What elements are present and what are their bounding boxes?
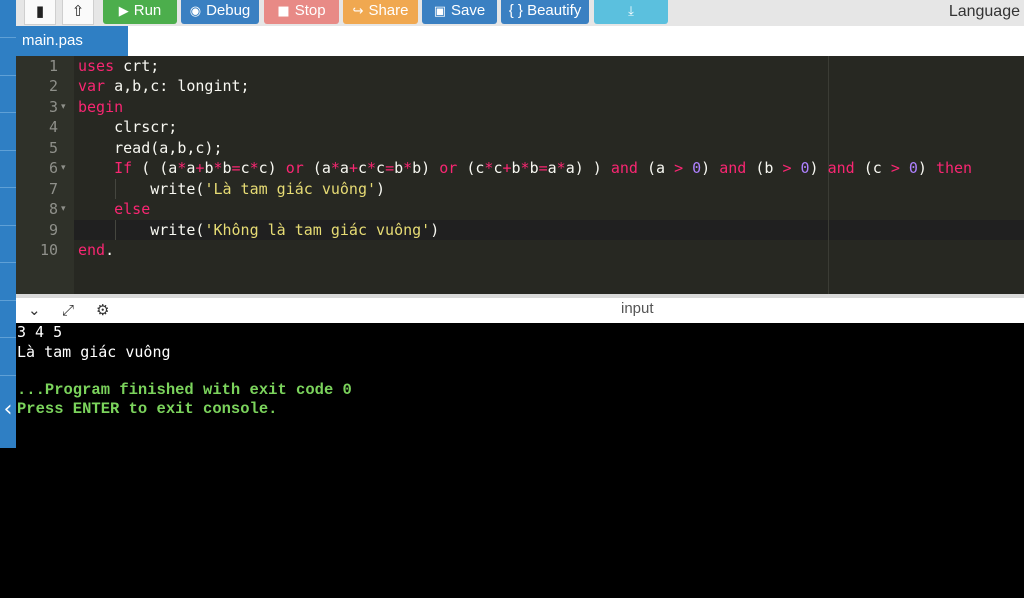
save-icon: ▣ (433, 4, 447, 19)
code-line: end. (78, 241, 115, 259)
code-line: uses crt; (78, 57, 160, 75)
chevron-down-icon[interactable]: ⌄ (28, 301, 41, 319)
console-line: ...Program finished with exit code 0 (17, 381, 352, 399)
code-line: If ( (a*a+b*b=c*c) or (a*a+c*c=b*b) or (… (114, 159, 973, 177)
line-number: 9 (48, 221, 58, 239)
line-number: 4 (48, 118, 58, 136)
stop-button[interactable]: ■ Stop (264, 0, 339, 24)
new-file-button[interactable]: ▮ (24, 0, 56, 25)
fold-arrow-icon[interactable]: ▾ (61, 158, 66, 178)
console-line: 3 4 5 (17, 323, 63, 341)
download-icon: ⤓ (628, 4, 634, 19)
share-button[interactable]: ↪ Share (343, 0, 418, 24)
line-number-gutter: 1 2 3 4 5 6 7 8 9 10 ▾ ▾ ▾ (16, 56, 74, 294)
line-number: 7 (48, 180, 58, 198)
line-number: 2 (48, 77, 58, 95)
io-panel-header: ⌄ ⤢ ⚙ input (16, 298, 1024, 323)
left-sidebar-strip: ‹ (0, 0, 16, 598)
tab-main-pas[interactable]: main.pas (16, 26, 128, 56)
settings-icon[interactable]: ⚙ (96, 301, 109, 319)
debug-button[interactable]: ◉ Debug (181, 0, 259, 24)
code-line: write('Không là tam giác vuông') (78, 221, 440, 239)
beautify-button[interactable]: { } Beautify (501, 0, 589, 24)
line-number: 8 (48, 200, 58, 218)
upload-icon: ⇧ (71, 2, 85, 20)
code-line: else (114, 200, 151, 218)
save-button[interactable]: ▣ Save (422, 0, 497, 24)
toolbar: ▮ ⇧ ▶ Run ◉ Debug ■ Stop ↪ Share ▣ Save { } B… (16, 0, 1024, 26)
download-button[interactable]: ⤓ (594, 0, 668, 24)
console-line: Press ENTER to exit console. (17, 400, 278, 418)
expand-icon[interactable]: ⤢ (62, 301, 74, 319)
play-icon: ▶ (118, 4, 129, 19)
stop-icon: ■ (277, 4, 290, 19)
line-number: 10 (39, 241, 58, 259)
input-label: input (621, 300, 654, 317)
code-line: var a,b,c: longint; (78, 77, 250, 95)
share-icon: ↪ (352, 4, 364, 19)
console-line: Là tam giác vuông (17, 343, 171, 361)
upload-button[interactable]: ⇧ (62, 0, 94, 25)
code-line: write('Là tam giác vuông') (78, 180, 386, 198)
file-icon: ▮ (35, 2, 45, 20)
line-number: 1 (48, 57, 58, 75)
debug-icon: ◉ (189, 4, 202, 19)
collapse-sidebar-icon[interactable]: ‹ (0, 397, 16, 423)
fold-arrow-icon[interactable]: ▾ (61, 199, 66, 219)
language-selector[interactable]: Language (949, 3, 1020, 21)
line-number: 6 (48, 159, 58, 177)
console-output[interactable]: 3 4 5 Là tam giác vuông ...Program finis… (16, 323, 1024, 598)
file-tab-bar: main.pas (16, 26, 1024, 56)
run-button[interactable]: ▶ Run (103, 0, 177, 24)
code-line: begin (78, 98, 124, 116)
line-number: 3 (48, 98, 58, 116)
line-number: 5 (48, 139, 58, 157)
code-editor[interactable]: 1 2 3 4 5 6 7 8 9 10 ▾ ▾ ▾ uses crt; var … (16, 56, 1024, 294)
code-line: clrscr; (78, 118, 178, 136)
code-line: read(a,b,c); (78, 139, 223, 157)
fold-arrow-icon[interactable]: ▾ (61, 97, 66, 117)
